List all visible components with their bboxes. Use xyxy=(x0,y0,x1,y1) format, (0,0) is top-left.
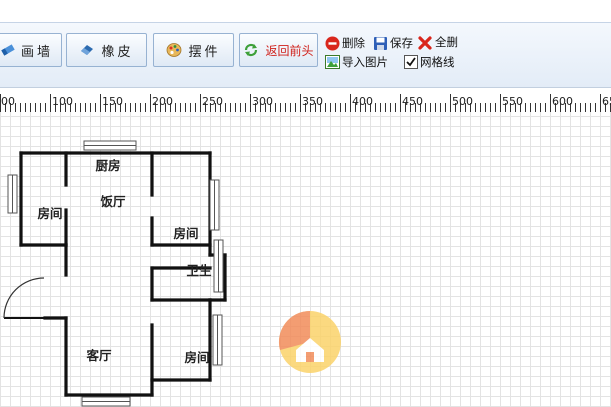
back-front-label: 返回前头 xyxy=(265,43,314,58)
red-x-icon xyxy=(418,35,432,50)
clear-all-label: 全删 xyxy=(435,35,458,49)
draw-wall-label: 画墙 xyxy=(20,44,53,60)
furniture-label: 摆件 xyxy=(188,44,221,60)
ruler-label: 500 xyxy=(452,95,473,108)
horizontal-ruler: 00 100 150 200 250 300 350 400 450 500 550 600 650 xyxy=(0,88,611,113)
toolbar: 画墙 橡皮 摆件 返回前头 删除 保存 全删 导入图片 网格线 xyxy=(0,22,611,88)
eraser-icon xyxy=(81,45,94,55)
back-front-button[interactable]: 返回前头 xyxy=(239,33,318,67)
ruler-label: 200 xyxy=(152,95,173,108)
grid-label: 网格线 xyxy=(420,55,455,69)
floppy-disk-icon xyxy=(374,36,387,50)
draw-wall-button[interactable]: 画墙 xyxy=(0,33,62,67)
watermark-logo-icon xyxy=(278,310,341,373)
drawing-canvas[interactable]: 厨房 饭厅 房间 房间 卫生 客厅 房间 xyxy=(0,112,611,407)
ruler-label: 00 xyxy=(1,95,15,108)
save-label: 保存 xyxy=(390,36,413,50)
ruler-label: 450 xyxy=(402,95,423,108)
save-button[interactable]: 保存 xyxy=(373,35,413,51)
floorplan[interactable]: 厨房 饭厅 房间 房间 卫生 客厅 房间 xyxy=(0,112,611,407)
wall-pen-icon xyxy=(1,44,15,56)
clear-all-button[interactable]: 全删 xyxy=(418,34,458,50)
top-blank-strip xyxy=(0,0,611,22)
refresh-icon xyxy=(245,43,258,57)
room-label-bathroom: 卫生 xyxy=(186,263,212,278)
eraser-button[interactable]: 橡皮 xyxy=(66,33,147,67)
ruler-label: 250 xyxy=(202,95,223,108)
room-label-bedroom-left: 房间 xyxy=(37,206,62,221)
entrance-door xyxy=(3,277,45,319)
ruler-label: 350 xyxy=(302,95,323,108)
ruler-label: 100 xyxy=(52,95,73,108)
room-labels: 厨房 饭厅 房间 房间 卫生 客厅 房间 xyxy=(37,158,212,365)
delete-button[interactable]: 删除 xyxy=(325,35,365,51)
minus-circle-icon xyxy=(325,36,340,50)
ruler-label: 150 xyxy=(102,95,123,108)
ruler-ticks: 00 100 150 200 250 300 350 400 450 500 550 600 650 xyxy=(0,94,611,112)
room-label-kitchen: 厨房 xyxy=(95,158,120,173)
image-icon xyxy=(325,55,340,69)
ruler-label: 650 xyxy=(602,95,611,108)
import-image-button[interactable]: 导入图片 xyxy=(325,54,388,70)
ruler-label: 550 xyxy=(502,95,523,108)
palette-icon xyxy=(167,43,182,57)
room-label-bedroom-right: 房间 xyxy=(173,226,198,241)
ruler-label: 600 xyxy=(552,95,573,108)
furniture-button[interactable]: 摆件 xyxy=(153,33,234,67)
eraser-label: 橡皮 xyxy=(101,44,134,60)
room-label-living-room: 客厅 xyxy=(85,348,112,363)
ruler-label: 300 xyxy=(252,95,273,108)
room-label-bedroom-bottom: 房间 xyxy=(184,350,209,365)
ruler-label: 400 xyxy=(352,95,373,108)
import-image-label: 导入图片 xyxy=(342,55,388,69)
grid-toggle[interactable]: 网格线 xyxy=(404,54,455,70)
checkbox-checked-icon[interactable] xyxy=(404,55,418,69)
room-label-dining: 饭厅 xyxy=(99,194,126,209)
delete-label: 删除 xyxy=(342,36,365,50)
